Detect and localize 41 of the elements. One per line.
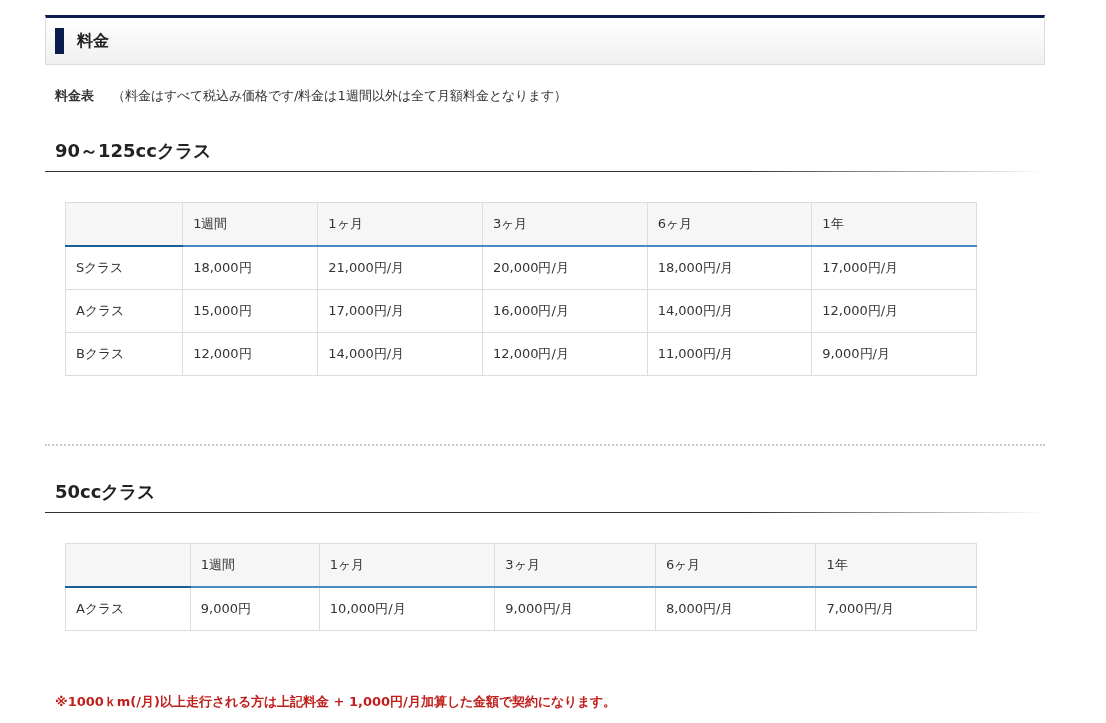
column-header: 1ヶ月	[317, 202, 483, 246]
row-header: Sクラス	[65, 246, 183, 290]
column-header: 3ヶ月	[482, 202, 648, 246]
intro-label: 料金表	[55, 87, 94, 105]
header-title: 料金	[77, 30, 109, 52]
intro-text: （料金はすべて税込み価格です/料金は1週間以外は全て月額料金となります）	[112, 87, 567, 105]
table-cell: 21,000円/月	[317, 246, 483, 290]
table-cell: 17,000円/月	[317, 289, 483, 333]
table-cell: 14,000円/月	[317, 332, 483, 376]
table-cell: 12,000円/月	[482, 332, 648, 376]
table-cell: 18,000円	[182, 246, 318, 290]
class-heading: 50ccクラス	[54, 480, 157, 504]
accent-bar	[55, 28, 64, 54]
table-cell: 14,000円/月	[647, 289, 812, 333]
table-cell: 20,000円/月	[482, 246, 648, 290]
table-cell: 9,000円/月	[494, 587, 656, 631]
table-cell: 9,000円/月	[811, 332, 977, 376]
row-header: Aクラス	[65, 587, 191, 631]
column-header: 1年	[811, 202, 977, 246]
table-cell: 15,000円	[182, 289, 318, 333]
row-header: Bクラス	[65, 332, 183, 376]
surcharge-note: ※1000ｋm(/月)以上走行される方は上記料金 + 1,000円/月加算した金額で契約になります。	[55, 693, 617, 711]
column-header: 1年	[815, 543, 977, 587]
column-header: 1週間	[190, 543, 320, 587]
column-header: 3ヶ月	[494, 543, 656, 587]
table-cell: 12,000円/月	[811, 289, 977, 333]
table-cell: 8,000円/月	[655, 587, 816, 631]
table-cell: 9,000円	[190, 587, 320, 631]
class-heading: 90～125ccクラス	[54, 139, 212, 163]
table-cell: 18,000円/月	[647, 246, 812, 290]
table-cell: 10,000円/月	[319, 587, 495, 631]
column-header: 6ヶ月	[647, 202, 812, 246]
table-cell: 7,000円/月	[815, 587, 977, 631]
row-header: Aクラス	[65, 289, 183, 333]
column-header: 1ヶ月	[319, 543, 495, 587]
column-header: 1週間	[182, 202, 318, 246]
column-header: 6ヶ月	[655, 543, 816, 587]
table-cell: 12,000円	[182, 332, 318, 376]
table-cell: 17,000円/月	[811, 246, 977, 290]
table-cell: 11,000円/月	[647, 332, 812, 376]
table-cell: 16,000円/月	[482, 289, 648, 333]
